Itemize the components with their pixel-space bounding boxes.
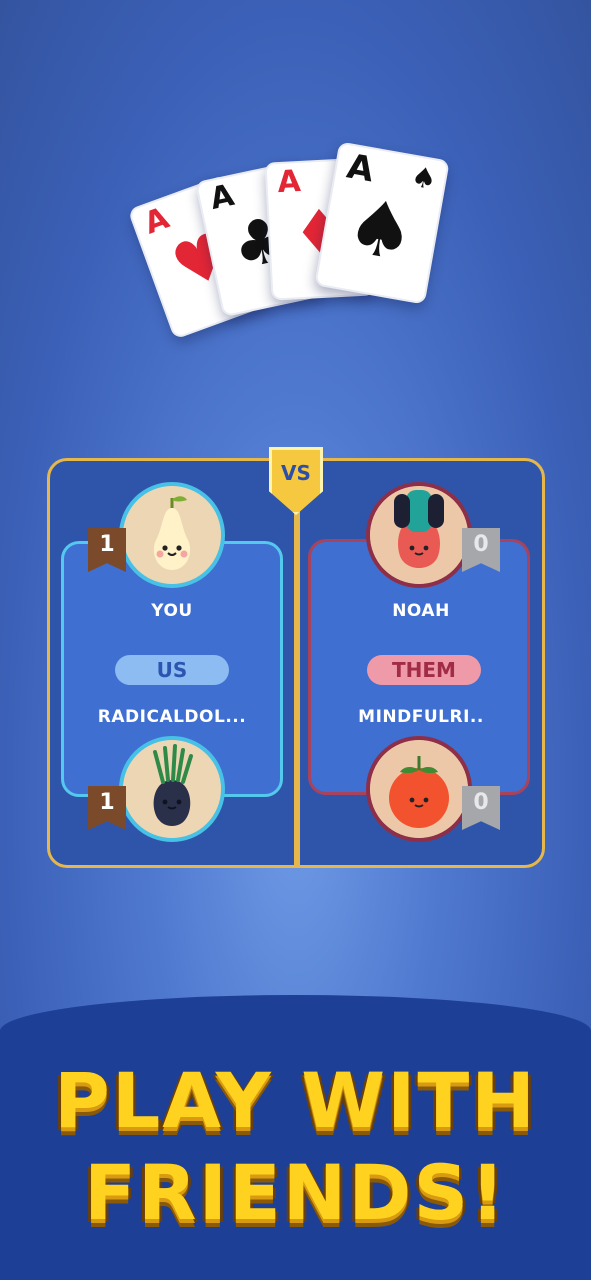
them-team-label: THEM: [392, 658, 456, 682]
spade-icon: ♠: [339, 179, 423, 280]
us-team-pill: US: [115, 655, 229, 685]
them-team-pill: THEM: [367, 655, 481, 685]
vs-label: VS: [281, 461, 311, 485]
onion-icon: [123, 740, 221, 838]
ace-cards-fan: A ♥ A ♣ A ♦ A ♠ ♠: [127, 140, 460, 340]
avatar: [366, 482, 472, 588]
us-team-label: US: [156, 658, 188, 682]
player-name-noah: NOAH: [392, 601, 450, 621]
rank-number: 0: [473, 532, 489, 557]
avatar: [366, 736, 472, 842]
avatar: [119, 482, 225, 588]
card-rank: A: [207, 177, 238, 217]
rank-number: 1: [99, 532, 115, 557]
player-name-opponent: MINDFULRI..: [358, 707, 484, 727]
player-name-teammate: RADICALDOL...: [97, 707, 247, 727]
pear-icon: [123, 486, 221, 584]
rank-number: 0: [473, 790, 489, 815]
radish-icon: [370, 486, 468, 584]
player-name-you: YOU: [151, 601, 193, 621]
headline-line-1: PLAY WITH: [54, 1056, 537, 1145]
headline-line-2: FRIENDS!: [84, 1148, 507, 1237]
tomato-icon: [370, 740, 468, 838]
card-rank: A: [276, 163, 302, 201]
avatar: [119, 736, 225, 842]
rank-number: 1: [99, 790, 115, 815]
ace-of-spades-card: A ♠ ♠: [314, 141, 450, 305]
